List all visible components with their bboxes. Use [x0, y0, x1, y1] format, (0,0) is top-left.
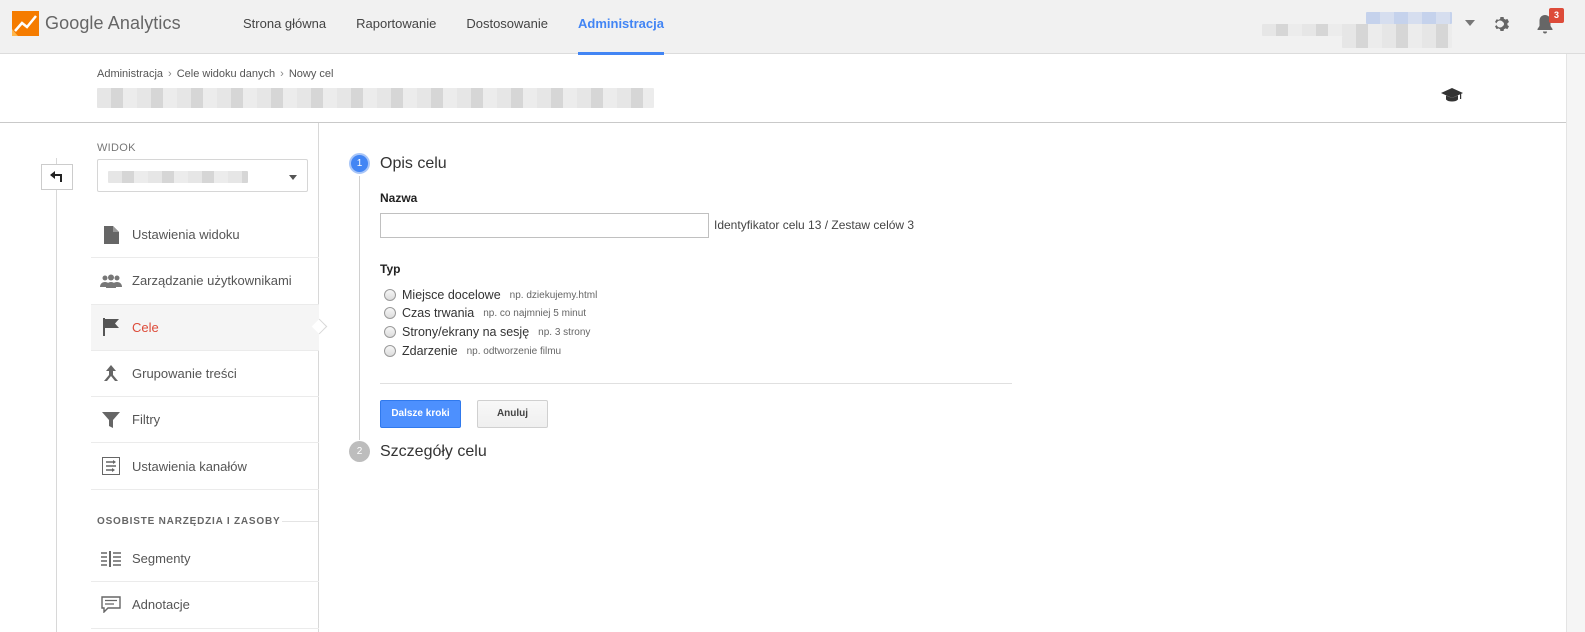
step-1-badge: 1 [349, 153, 370, 174]
goal-name-input[interactable] [380, 213, 709, 238]
radio-button[interactable] [384, 307, 396, 319]
page-header: Administracja › Cele widoku danych › Now… [0, 55, 1566, 123]
goal-type-hint: np. dziekujemy.html [509, 289, 598, 301]
step-1-title: Opis celu [380, 155, 447, 172]
channel-settings-icon [100, 456, 122, 476]
radio-button[interactable] [384, 289, 396, 301]
type-label: Typ [380, 262, 401, 276]
sidebar-item-label: Grupowanie treści [132, 366, 237, 382]
personal-tools-section-title: OSOBISTE NARZĘDZIA I ZASOBY [97, 516, 281, 527]
section-divider [282, 521, 318, 522]
goal-id-text: Identyfikator celu 13 / Zestaw celów 3 [714, 218, 915, 232]
breadcrumb-separator: › [168, 68, 172, 80]
goal-type-hint: np. 3 strony [538, 326, 591, 338]
main-nav: Strona główna Raportowanie Dostosowanie … [228, 0, 679, 55]
sidebar-item-filters[interactable]: Filtry [91, 397, 319, 444]
goal-type-pages-per-session[interactable]: Strony/ekrany na sesję np. 3 strony [384, 325, 590, 339]
goal-type-event[interactable]: Zdarzenie np. odtworzenie filmu [384, 344, 561, 358]
account-selector[interactable] [1262, 12, 1452, 48]
sidebar-item-label: Segmenty [132, 551, 191, 567]
filter-icon [100, 410, 122, 430]
nav-home[interactable]: Strona główna [228, 0, 341, 54]
sidebar-item-segments[interactable]: Segmenty [91, 536, 319, 583]
view-name-redacted [1342, 36, 1452, 48]
page-scrollbar[interactable] [1566, 54, 1585, 632]
top-bar: Google Analytics Strona główna Raportowa… [0, 0, 1585, 55]
nav-admin[interactable]: Administracja [563, 0, 679, 55]
goal-type-destination[interactable]: Miejsce docelowe np. dziekujemy.html [384, 288, 597, 302]
step-2-title[interactable]: Szczegóły celu [380, 443, 487, 461]
goal-type-duration[interactable]: Czas trwania np. co najmniej 5 minut [384, 306, 586, 320]
document-icon [100, 225, 122, 245]
breadcrumb-new-goal: Nowy cel [288, 68, 334, 80]
continue-button[interactable]: Dalsze kroki [380, 400, 461, 428]
sidebar-item-channel-settings[interactable]: Ustawienia kanałów [91, 443, 319, 490]
name-label: Nazwa [380, 191, 418, 205]
sidebar-item-annotations[interactable]: Adnotacje [91, 582, 319, 629]
graduation-cap-icon[interactable] [1441, 87, 1463, 103]
view-select-value-redacted [108, 171, 248, 183]
sidebar-item-label: Filtry [132, 412, 161, 428]
goal-type-label: Miejsce docelowe [402, 288, 501, 302]
steps-connector-line [359, 176, 360, 440]
logo-text: Google Analytics [45, 13, 181, 33]
goal-type-hint: np. co najmniej 5 minut [483, 307, 587, 319]
breadcrumb-view-goals[interactable]: Cele widoku danych [177, 68, 275, 80]
sidebar-item-label: Cele [132, 319, 159, 335]
goal-type-label: Zdarzenie [402, 344, 458, 358]
breadcrumb-admin[interactable]: Administracja [97, 68, 163, 80]
form-divider [380, 383, 1012, 384]
radio-button[interactable] [384, 345, 396, 357]
goal-type-label: Strony/ekrany na sesję [402, 325, 530, 339]
analytics-logo-icon [12, 11, 39, 36]
annotations-icon [100, 595, 122, 615]
collapse-back-button[interactable] [41, 164, 73, 190]
admin-view-menu: Ustawienia widoku Zarządzanie użytkownik… [91, 212, 319, 490]
sidebar-item-label: Zarządzanie użytkownikami [132, 273, 292, 289]
cancel-button[interactable]: Anuluj [477, 400, 548, 428]
gear-icon[interactable] [1492, 14, 1512, 34]
nav-customization[interactable]: Dostosowanie [451, 0, 563, 54]
step-2-badge: 2 [349, 441, 370, 462]
content-grouping-icon [100, 364, 122, 384]
notification-count-badge: 3 [1549, 8, 1564, 23]
nav-reporting[interactable]: Raportowanie [341, 0, 451, 54]
view-select[interactable] [97, 159, 308, 192]
arrow-back-icon [50, 171, 62, 182]
breadcrumb-separator: › [280, 68, 284, 80]
sidebar-item-view-settings[interactable]: Ustawienia widoku [91, 212, 319, 259]
account-path-redacted [97, 88, 654, 108]
account-dropdown-caret-icon[interactable] [1465, 20, 1475, 26]
sidebar-item-label: Adnotacje [132, 597, 190, 613]
users-icon [100, 271, 122, 291]
breadcrumb: Administracja › Cele widoku danych › Now… [97, 68, 333, 80]
sidebar-track-line [56, 158, 57, 632]
radio-button[interactable] [384, 326, 396, 338]
goal-type-hint: np. odtworzenie filmu [466, 345, 562, 357]
view-label: WIDOK [97, 142, 136, 154]
goal-type-label: Czas trwania [402, 306, 475, 320]
sidebar-item-label: Ustawienia widoku [132, 227, 240, 243]
flag-icon [100, 317, 122, 337]
sidebar-item-label: Ustawienia kanałów [132, 458, 247, 474]
sidebar-item-user-management[interactable]: Zarządzanie użytkownikami [91, 258, 319, 305]
app-logo[interactable]: Google Analytics [12, 11, 181, 36]
segments-icon [100, 549, 122, 569]
property-name-redacted [1262, 24, 1452, 36]
sidebar-item-goals[interactable]: Cele [91, 304, 319, 351]
account-name-redacted [1366, 12, 1452, 24]
chevron-down-icon [289, 175, 297, 180]
sidebar-item-content-grouping[interactable]: Grupowanie treści [91, 351, 319, 398]
personal-tools-menu: Segmenty Adnotacje [91, 536, 319, 629]
